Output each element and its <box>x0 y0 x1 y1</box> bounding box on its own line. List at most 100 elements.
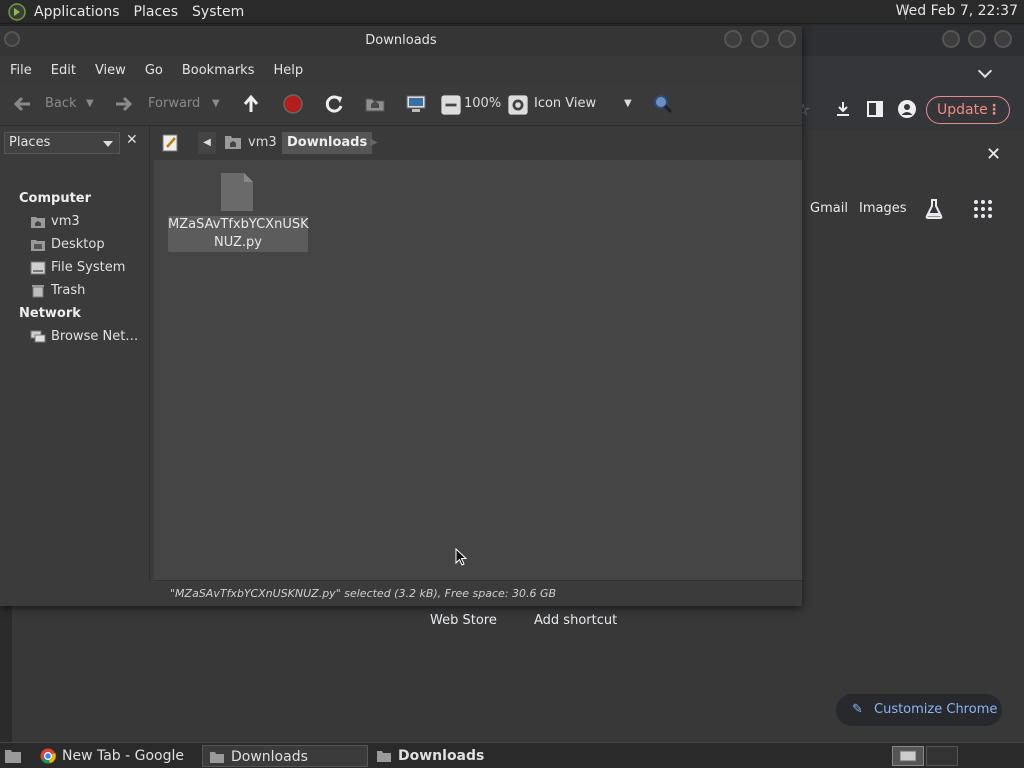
menu-go[interactable]: Go <box>145 63 163 78</box>
network-icon <box>30 330 46 342</box>
fm-toolbar: Back ▼ Forward ▼ 100% Icon View ▼ <box>0 84 802 126</box>
trash-icon <box>32 284 44 297</box>
view-mode-dropdown-icon[interactable]: ▼ <box>624 98 632 109</box>
taskbar-item-label: Downloads <box>231 749 308 765</box>
web-store-shortcut[interactable]: Web Store <box>430 613 497 628</box>
sidebar-close-icon[interactable]: ✕ <box>126 132 138 148</box>
sidebar-item-label: Trash <box>51 283 86 298</box>
customize-chrome-button[interactable]: ✎ Customize Chrome <box>836 694 1002 726</box>
chrome-close-button[interactable] <box>994 30 1012 48</box>
file-manager-window: Downloads File Edit View Go Bookmarks He… <box>0 26 802 606</box>
images-link[interactable]: Images <box>859 201 907 216</box>
workspace-switcher[interactable] <box>892 746 924 766</box>
file-name-line-1: MZaSAvTfxbYCXnUSK <box>168 217 309 232</box>
sidebar-item-desktop[interactable]: Desktop <box>30 237 105 252</box>
file-view[interactable]: MZaSAvTfxbYCXnUSK NUZ.py <box>154 160 802 580</box>
workspace-2[interactable] <box>926 746 958 766</box>
fm-titlebar[interactable]: Downloads <box>0 26 802 56</box>
statusbar: "MZaSAvTfxbYCXnUSKNUZ.py" selected (3.2 … <box>154 580 802 606</box>
menu-view[interactable]: View <box>95 63 126 78</box>
window-title: Downloads <box>365 33 437 48</box>
chrome-minimize-button[interactable] <box>942 30 960 48</box>
side-panel-icon[interactable] <box>867 101 883 117</box>
stop-icon[interactable] <box>282 93 304 115</box>
back-button[interactable]: Back <box>45 96 77 111</box>
applications-menu[interactable]: Applications <box>34 4 120 20</box>
sidebar-status-area <box>0 580 154 606</box>
zoom-in-icon[interactable] <box>507 94 529 116</box>
drive-icon <box>30 261 46 274</box>
path-scroll-right-icon[interactable]: ▶ <box>370 132 378 154</box>
profile-icon[interactable] <box>898 100 916 118</box>
sidebar-item-file-system[interactable]: File System <box>30 260 125 275</box>
places-menu[interactable]: Places <box>134 4 179 20</box>
update-button[interactable]: Update ⋮ <box>926 96 1010 124</box>
up-arrow-icon[interactable] <box>240 93 262 115</box>
menubar: File Edit View Go Bookmarks Help <box>0 56 802 84</box>
more-options-icon[interactable]: ⋮ <box>987 97 1001 123</box>
update-label: Update <box>937 102 988 118</box>
file-name-line-2: NUZ.py <box>214 235 262 250</box>
reload-icon[interactable] <box>323 93 345 115</box>
path-scroll-left-icon[interactable]: ◀ <box>198 132 216 154</box>
python-file-icon <box>221 173 253 211</box>
show-desktop-icon[interactable] <box>4 748 22 764</box>
fm-close-button[interactable] <box>778 30 796 48</box>
mouse-cursor-icon <box>455 548 467 566</box>
path-segment-vm3[interactable]: vm3 <box>248 132 277 154</box>
view-mode-select[interactable]: Icon View <box>534 96 596 111</box>
folder-icon <box>210 752 224 763</box>
edit-location-icon[interactable] <box>162 134 180 152</box>
clock[interactable]: Wed Feb 7, 22:37 <box>896 3 1018 19</box>
system-menu[interactable]: System <box>192 4 244 20</box>
menu-edit[interactable]: Edit <box>51 63 76 78</box>
sidebar-pane-label: Places <box>9 135 51 150</box>
google-apps-icon[interactable] <box>974 200 992 218</box>
folder-icon <box>377 751 391 762</box>
pathbar: ◀ vm3 Downloads ▶ <box>154 126 802 160</box>
add-shortcut[interactable]: Add shortcut <box>534 613 617 628</box>
sidebar-item-trash[interactable]: Trash <box>30 283 85 298</box>
forward-arrow-icon[interactable] <box>114 93 136 115</box>
sidebar-item-label: Browse Net… <box>51 329 139 344</box>
sidebar-item-vm3[interactable]: vm3 <box>30 214 80 229</box>
path-segment-downloads[interactable]: Downloads <box>282 132 373 154</box>
forward-button[interactable]: Forward <box>148 96 200 111</box>
back-history-dropdown-icon[interactable]: ▼ <box>86 98 94 109</box>
zoom-out-icon[interactable] <box>440 94 462 116</box>
computer-icon[interactable] <box>405 93 427 115</box>
gmail-link[interactable]: Gmail <box>810 201 848 216</box>
sidebar: Places ✕ Computer vm3 Desktop File Syste <box>0 126 150 580</box>
sidebar-item-label: File System <box>51 260 126 275</box>
search-icon[interactable] <box>652 93 674 115</box>
desktop-folder-icon <box>31 239 45 251</box>
taskbar-item-label: Downloads <box>398 748 485 764</box>
computer-header: Computer <box>19 191 92 206</box>
fm-minimize-button[interactable] <box>724 30 742 48</box>
dropdown-arrow-icon <box>103 141 113 147</box>
labs-flask-icon[interactable] <box>924 198 944 220</box>
fm-maximize-button[interactable] <box>751 30 769 48</box>
home-folder-icon[interactable] <box>364 93 386 115</box>
taskbar-item-chrome[interactable]: New Tab - Google ... <box>34 745 194 767</box>
file-name-label: MZaSAvTfxbYCXnUSK NUZ.py <box>168 216 309 252</box>
sidebar-item-label: vm3 <box>51 214 80 229</box>
sidebar-item-label: Desktop <box>51 237 105 252</box>
menu-file[interactable]: File <box>10 63 32 78</box>
menu-help[interactable]: Help <box>273 63 303 78</box>
taskbar-item-downloads-1[interactable]: Downloads <box>202 745 368 767</box>
close-panel-icon[interactable]: ✕ <box>986 144 1001 165</box>
sidebar-pane-select[interactable]: Places <box>4 132 120 154</box>
home-folder-icon <box>225 136 241 149</box>
taskbar-item-label: New Tab - Google ... <box>62 748 185 764</box>
menu-bookmarks[interactable]: Bookmarks <box>182 63 255 78</box>
forward-history-dropdown-icon[interactable]: ▼ <box>212 98 220 109</box>
chrome-maximize-button[interactable] <box>968 30 986 48</box>
pencil-icon: ✎ <box>852 702 863 717</box>
download-icon[interactable] <box>834 100 852 118</box>
back-arrow-icon[interactable] <box>10 93 32 115</box>
distro-logo-icon[interactable] <box>8 2 26 21</box>
tab-search-chevron-icon[interactable] <box>977 63 993 79</box>
sidebar-item-browse-network[interactable]: Browse Net… <box>30 329 138 344</box>
taskbar-item-downloads-2[interactable]: Downloads <box>370 745 536 767</box>
